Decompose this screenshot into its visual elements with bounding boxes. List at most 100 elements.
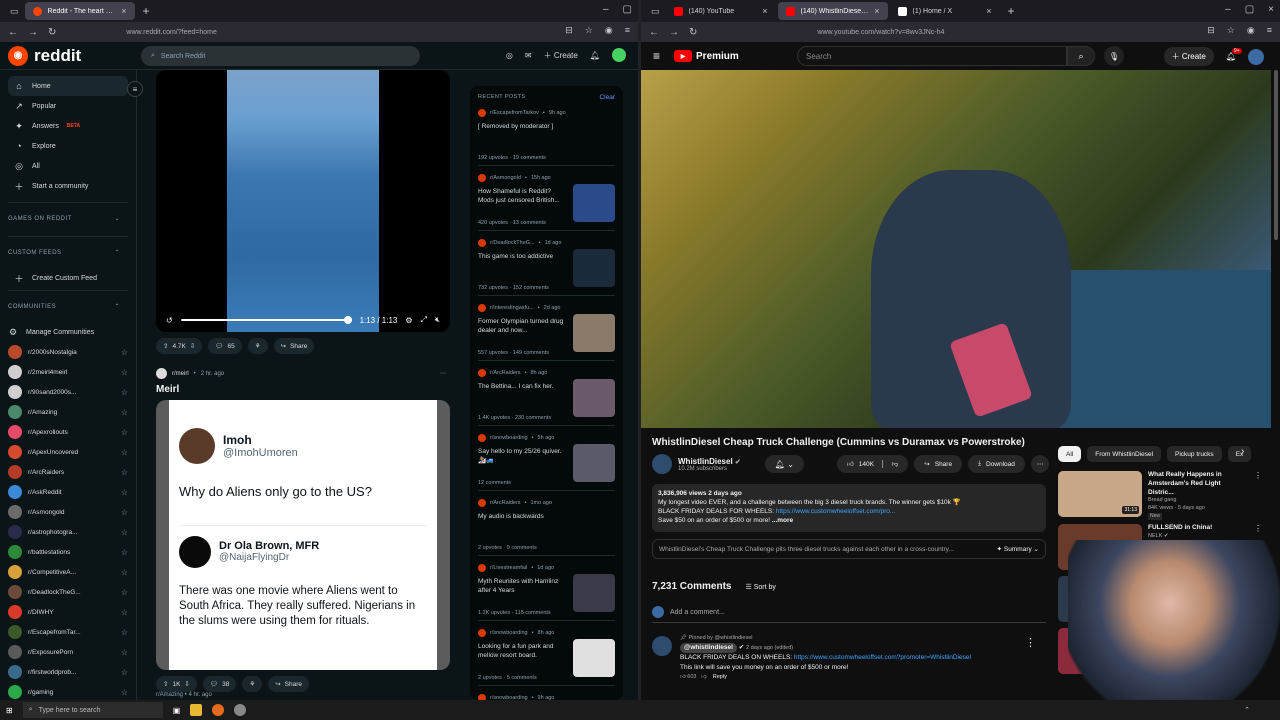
star-icon[interactable]: ☆ [121,528,128,537]
star-icon[interactable]: ☆ [121,668,128,677]
url-field[interactable]: www.youtube.com/watch?v=8wv3JNc-h4 [817,29,944,36]
hamburger-menu-icon[interactable]: ≡ [653,49,660,63]
video-description[interactable]: 3,836,906 views 2 days ago My longest vi… [652,484,1046,532]
reddit-search-input[interactable]: ⌕ Search Reddit [141,46,420,66]
notifications-icon[interactable]: 🔔︎ 9+ [1226,48,1242,61]
chip-filter[interactable]: Ex [1227,446,1252,462]
community-item[interactable]: r/DeadlockTheG... ☆ [8,582,128,602]
chip-filter[interactable]: All [1058,446,1082,462]
community-item[interactable]: r/Apexrollouts ☆ [8,422,128,442]
back-icon[interactable]: ← [8,27,18,38]
youtube-logo[interactable]: ▶ Premium [674,50,739,62]
add-comment-input[interactable]: Add a comment... [670,609,725,616]
recommended-video[interactable]: 31:13 What Really Happens in Amsterdam's … [1058,471,1270,520]
chat-icon[interactable]: ✉ [525,51,532,60]
url-field[interactable]: www.reddit.com/?feed=home [126,29,216,36]
reddit-logo[interactable]: ◉ reddit [8,45,81,66]
recent-post-item[interactable]: r/Livestreamfail • 1d ago Myth Reunites wit… [478,556,615,621]
extension-icon[interactable]: ⊟ [565,25,573,36]
sidebar-item-popular[interactable]: ↗ Popular [8,96,128,116]
communities-section-header[interactable]: COMMUNITIES ⌃ [8,290,128,322]
video-post-player[interactable]: ↺ 1:13 / 1:13 ⚙ ⤢ 🔇︎ [156,70,450,332]
sidebar-item-all[interactable]: ◎ All [8,156,128,176]
close-tab-icon[interactable]: × [874,6,879,16]
star-icon[interactable]: ☆ [121,588,128,597]
user-avatar[interactable] [1248,48,1264,65]
recent-post-item[interactable]: r/snowboarding • 8h ago Looking for a fun p… [478,621,615,686]
more-actions-button[interactable]: ⋯ [1030,455,1050,473]
back-icon[interactable]: ← [649,27,659,38]
community-item[interactable]: r/battlestations ☆ [8,542,128,562]
community-item[interactable]: r/gaming ☆ [8,682,128,700]
comment-menu-icon[interactable]: ⋮ [1025,636,1036,649]
shield-icon[interactable]: ◉ [1247,25,1255,36]
share-button[interactable]: ↪ Share [914,455,963,473]
reload-icon[interactable]: ↻ [689,27,697,38]
community-item[interactable]: r/ApexUncovered ☆ [8,442,128,462]
community-item[interactable]: r/2000sNostalgia ☆ [8,342,128,362]
menu-icon[interactable]: ≡ [625,25,630,36]
recent-post-item[interactable]: r/ArcRaiders • 8h ago The Bettina... I can … [478,361,615,426]
thumbs-down-icon[interactable]: 👎︎ [892,460,899,468]
star-icon[interactable]: ☆ [121,388,128,397]
voice-search-button[interactable]: 🎙︎ [1104,46,1124,66]
forward-icon[interactable]: → [28,27,38,38]
forward-icon[interactable]: → [669,27,679,38]
reply-button[interactable]: Reply [713,674,727,680]
vote-button[interactable]: ⇧ 4.7K ⇩ [156,338,203,354]
subreddit-name[interactable]: r/Amazing [156,692,183,698]
tab-2[interactable]: (140) WhistlinDiesel Cheap × [777,2,888,20]
star-icon[interactable]: ☆ [121,488,128,497]
thumbs-up-icon[interactable]: 👍︎ [680,674,686,680]
maximize-button[interactable]: ▢ [1245,4,1254,15]
new-tab-button[interactable]: + [135,4,158,18]
commenter-avatar[interactable] [652,636,672,656]
thumbs-down-icon[interactable]: 👎︎ [701,674,707,680]
chip-filter[interactable]: Pickup trucks [1167,446,1222,462]
downvote-icon[interactable]: ⇩ [184,680,189,688]
sidebar-item-start-a-community[interactable]: ＋ Start a community [8,176,128,196]
recent-post-item[interactable]: r/ArcRaiders • 1mo ago My audio is backward… [478,491,615,556]
page-scrollbar[interactable] [1274,70,1278,240]
comment-author[interactable]: @whistlindiesel [680,642,737,653]
description-link[interactable]: https://www.customwheeloffset.com/pro... [776,508,895,515]
star-icon[interactable]: ☆ [121,548,128,557]
award-button[interactable]: ⚘ [247,338,268,354]
shield-icon[interactable]: ◉ [605,25,613,36]
share-button[interactable]: ↪ Share [268,676,309,692]
star-icon[interactable]: ☆ [121,448,128,457]
subreddit-avatar[interactable] [156,368,167,379]
community-item[interactable]: r/90sand2000s... ☆ [8,382,128,402]
star-icon[interactable]: ☆ [121,508,128,517]
comments-button[interactable]: 💬︎ 65 [208,338,242,354]
subreddit-name[interactable]: r/meirl [172,371,189,377]
summary-button[interactable]: ✦ Summary ⌄ [997,545,1039,553]
maximize-button[interactable]: ▢ [623,4,632,15]
star-icon[interactable]: ☆ [121,648,128,657]
comments-button[interactable]: 💬︎ 38 [202,676,237,692]
close-window-button[interactable]: × [1268,4,1274,15]
upvote-icon[interactable]: ⇧ [163,680,168,688]
recent-post-item[interactable]: r/snowboarding • 5h ago Say hello to my 25/… [478,426,615,491]
video-thumbnail[interactable]: 31:13 [1058,471,1142,517]
reload-icon[interactable]: ↻ [48,27,56,38]
advertise-icon[interactable]: ◎ [506,51,513,60]
community-item[interactable]: r/Amazing ☆ [8,402,128,422]
community-item[interactable]: r/AskReddit ☆ [8,482,128,502]
star-icon[interactable]: ☆ [121,408,128,417]
extension-icon[interactable]: ⊟ [1207,25,1215,36]
star-icon[interactable]: ☆ [121,628,128,637]
community-item[interactable]: r/ExposurePorn ☆ [8,642,128,662]
star-icon[interactable]: ☆ [121,608,128,617]
bookmark-icon[interactable]: ☆ [1227,25,1235,36]
taskbar-search-input[interactable]: ⌕ Type here to search [22,702,163,718]
post-title[interactable]: Meirl [156,384,450,395]
manage-communities-item[interactable]: ⚙ Manage Communities [8,322,128,342]
more-options-icon[interactable]: ⋮ [1254,471,1262,517]
collapse-sidebar-button[interactable]: ≡ [127,81,143,97]
recent-post-item[interactable]: r/interestingasfu... • 2d ago Former Olympi… [478,296,615,361]
community-item[interactable]: r/Asmongold ☆ [8,502,128,522]
recent-post-item[interactable]: r/EscapefromTarkov • 9h ago [ Removed by mo… [478,101,615,166]
recent-post-item[interactable]: r/snowboarding•9h agoShe is ready. Super… [478,686,615,700]
star-icon[interactable]: ☆ [121,348,128,357]
